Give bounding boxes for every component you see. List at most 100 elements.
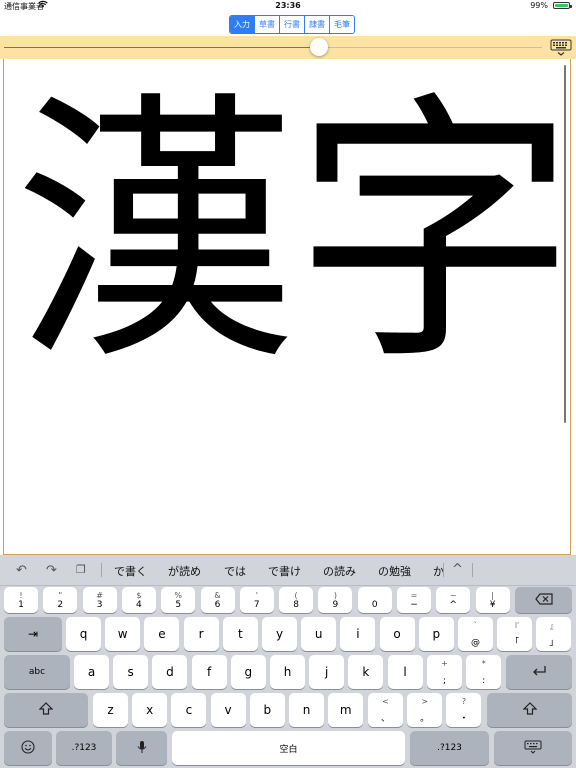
paste-icon[interactable]: ❐ — [76, 563, 86, 576]
key-letter[interactable]: o — [379, 617, 415, 651]
undo-icon[interactable]: ↶ — [16, 563, 27, 578]
tab-gyousho[interactable]: 行書 — [280, 16, 305, 33]
key-number[interactable]: (8 — [279, 587, 314, 613]
key-number[interactable]: 0 — [357, 587, 392, 613]
key-letter[interactable]: l — [387, 655, 423, 689]
key-letter[interactable]: j — [309, 655, 345, 689]
key-label: ⇥ — [27, 627, 39, 641]
space-key[interactable]: 空白 — [172, 731, 405, 765]
key-letter[interactable]: v — [210, 693, 246, 727]
key-symbol[interactable]: ` @ — [458, 617, 493, 651]
redo-icon[interactable]: ↷ — [46, 563, 57, 578]
key-number[interactable]: ~ ^ — [436, 587, 471, 613]
writing-canvas[interactable]: 漢 字 — [3, 59, 576, 555]
key-letter[interactable]: e — [144, 617, 180, 651]
tab-mouhitsu[interactable]: 毛筆 — [330, 16, 354, 33]
clock: 23:36 — [275, 1, 301, 10]
key-label: z — [107, 703, 114, 717]
key-symbol[interactable]: ? ・ — [446, 693, 482, 727]
key-label: i — [356, 627, 360, 641]
prediction-bar: ↶ ↷ ❐ で書く が読め では で書け の読み の勉強 か ^ — [0, 555, 576, 586]
prediction-candidate[interactable]: が読め — [168, 563, 201, 579]
key-letter[interactable]: i — [340, 617, 376, 651]
keyboard-toggle-button[interactable] — [550, 39, 572, 57]
size-slider[interactable] — [4, 47, 542, 48]
tab-input[interactable]: 入力 — [230, 16, 255, 33]
key-symbol[interactable]: 』」 — [536, 617, 572, 651]
key-number[interactable]: | ¥ — [475, 587, 510, 613]
prediction-candidate[interactable]: では — [224, 563, 246, 579]
tab-sousho[interactable]: 草書 — [255, 16, 280, 33]
numbers-key-left[interactable]: .?123 — [56, 731, 112, 765]
key-letter[interactable]: n — [289, 693, 324, 727]
keyboard-dismiss-key[interactable] — [494, 731, 572, 765]
key-number[interactable]: ) 9 — [318, 587, 353, 613]
chevron-up-icon[interactable]: ^ — [452, 562, 463, 577]
key-letter[interactable]: r — [183, 617, 219, 651]
key-number[interactable]: " 2 — [43, 587, 78, 613]
key-number[interactable]: $4 — [121, 587, 156, 613]
key-main-label: ^ — [449, 600, 458, 610]
tab-key[interactable]: ⇥ — [4, 617, 62, 651]
key-letter[interactable]: p — [418, 617, 454, 651]
key-label: p — [432, 627, 441, 641]
key-number[interactable]: ' 7 — [239, 587, 274, 613]
key-letter[interactable]: q — [66, 617, 101, 651]
divider — [472, 563, 473, 577]
slider-thumb[interactable] — [309, 38, 328, 56]
key-shift-label: 』 — [549, 622, 558, 631]
key-symbol[interactable]: 『「 — [497, 617, 533, 651]
key-number[interactable]: & 6 — [200, 587, 235, 613]
key-letter[interactable]: k — [348, 655, 384, 689]
key-main-label: 3 — [96, 600, 103, 610]
abc-key[interactable]: abc — [4, 655, 70, 689]
prediction-candidate[interactable]: で書く — [114, 563, 147, 579]
key-letter[interactable]: b — [249, 693, 285, 727]
return-key[interactable] — [506, 655, 572, 689]
key-letter[interactable]: t — [222, 617, 258, 651]
key-letter[interactable]: m — [328, 693, 364, 727]
key-letter[interactable]: h — [270, 655, 305, 689]
prediction-candidate[interactable]: の勉強 — [378, 563, 411, 579]
key-letter[interactable]: w — [105, 617, 141, 651]
prediction-candidate[interactable]: の読み — [323, 563, 356, 579]
key-shift-label: " — [58, 591, 63, 600]
prediction-candidate[interactable]: で書け — [268, 563, 301, 579]
key-letter[interactable]: a — [74, 655, 109, 689]
key-main-label: 「 — [510, 638, 520, 648]
key-number[interactable]: % 5 — [161, 587, 196, 613]
key-number[interactable]: ! 1 — [4, 587, 38, 613]
key-main-label: ¥ — [489, 600, 496, 610]
numbers-key-right[interactable]: .?123 — [410, 731, 489, 765]
shift-key-right[interactable] — [487, 693, 572, 727]
key-label: h — [283, 665, 292, 679]
key-shift-label: ' — [255, 591, 258, 600]
keyboard-dismiss-icon — [524, 740, 542, 757]
delete-key[interactable] — [515, 587, 572, 613]
tab-reisho[interactable]: 隷書 — [305, 16, 330, 33]
key-letter[interactable]: z — [93, 693, 128, 727]
key-letter[interactable]: f — [191, 655, 227, 689]
dictation-key[interactable] — [116, 731, 167, 765]
key-main-label: 1 — [18, 600, 24, 610]
key-letter[interactable]: d — [152, 655, 188, 689]
key-symbol[interactable]: +; — [427, 655, 462, 689]
key-number[interactable]: #3 — [82, 587, 117, 613]
key-main-label: 」 — [549, 638, 559, 648]
shift-key-left[interactable] — [4, 693, 88, 727]
key-letter[interactable]: u — [301, 617, 337, 651]
key-symbol[interactable]: *: — [466, 655, 502, 689]
emoji-key[interactable] — [4, 731, 52, 765]
key-letter[interactable]: x — [132, 693, 168, 727]
key-letter[interactable]: c — [171, 693, 207, 727]
battery-icon — [553, 2, 572, 9]
key-number[interactable]: = − — [397, 587, 431, 613]
key-symbol[interactable]: >。 — [407, 693, 443, 727]
key-letter[interactable]: g — [230, 655, 266, 689]
key-letter[interactable]: y — [262, 617, 297, 651]
key-shift-label: + — [441, 659, 448, 668]
key-symbol[interactable]: <、 — [368, 693, 403, 727]
key-letter[interactable]: s — [113, 655, 149, 689]
slider-fill — [4, 47, 319, 48]
canvas-scrollbar[interactable] — [564, 65, 566, 423]
